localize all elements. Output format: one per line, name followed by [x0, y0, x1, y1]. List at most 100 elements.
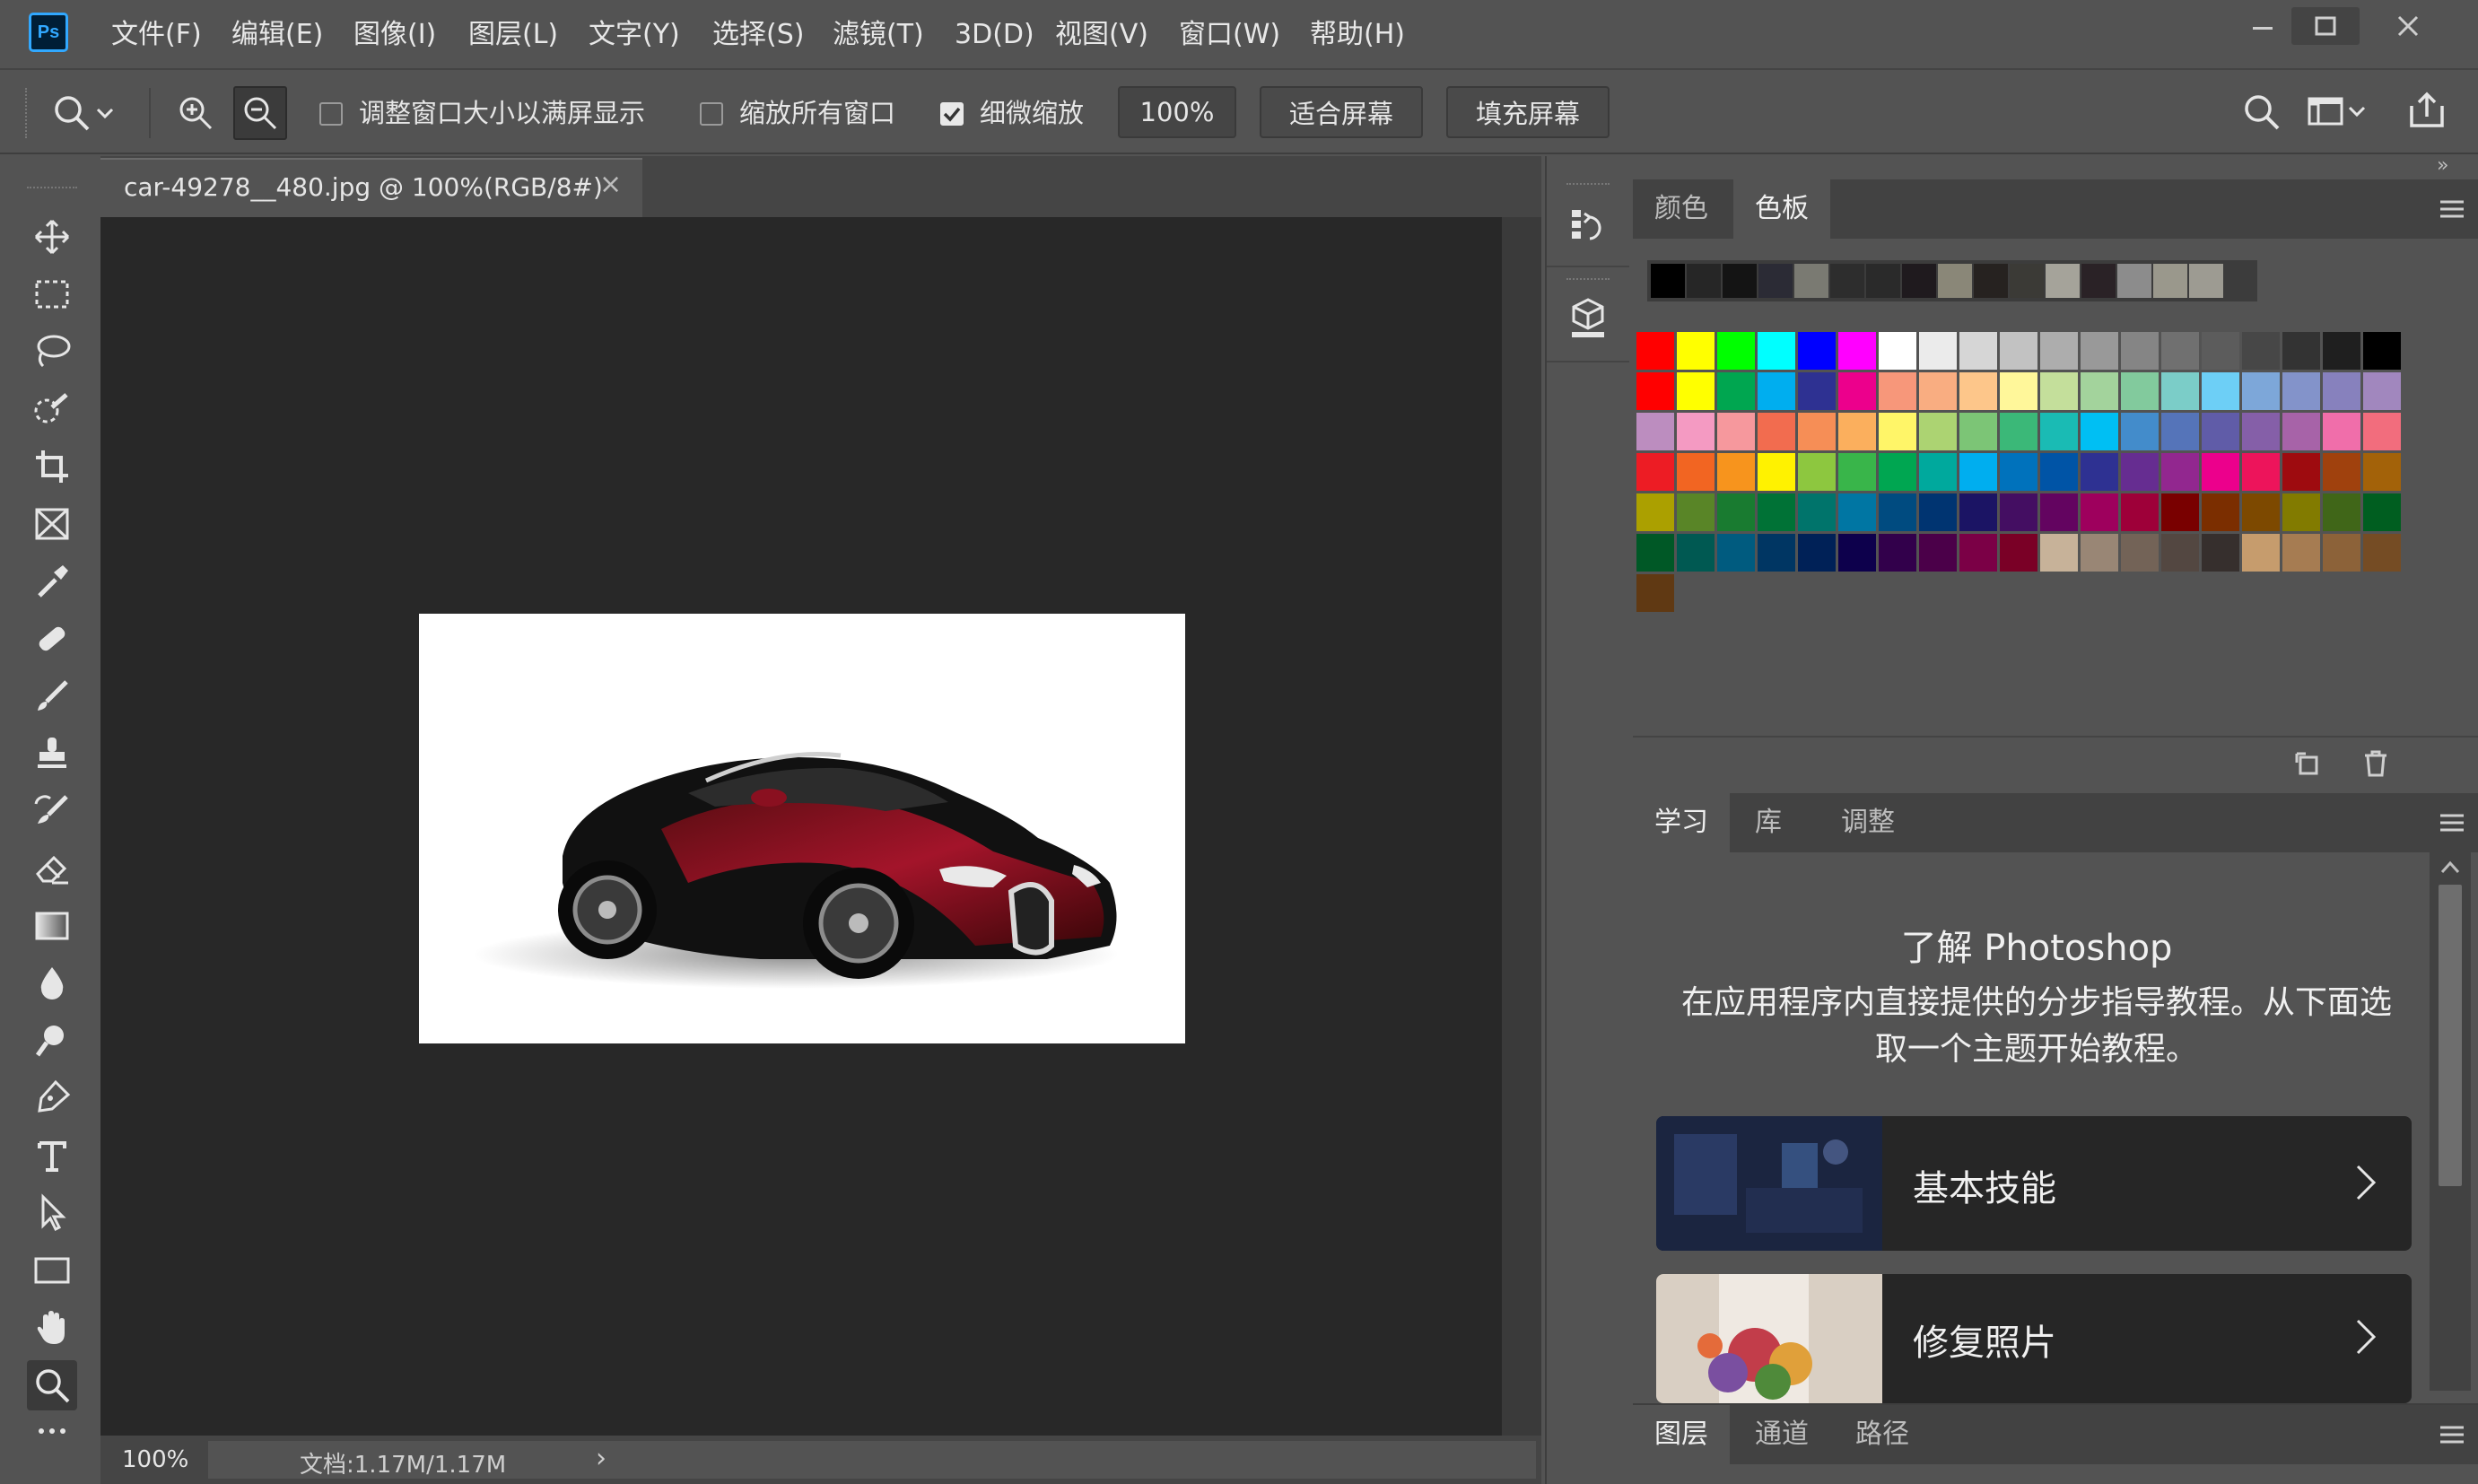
menu-3d[interactable]: 3D(D): [955, 16, 1034, 54]
close-window-button[interactable]: [2374, 7, 2442, 45]
swatch[interactable]: [2161, 372, 2199, 410]
rectangle-tool[interactable]: [27, 1245, 77, 1296]
close-document-icon[interactable]: ×: [599, 169, 622, 200]
swatch[interactable]: [1798, 372, 1836, 410]
swatch[interactable]: [1798, 453, 1836, 491]
swatch[interactable]: [1636, 413, 1674, 450]
swatch[interactable]: [1838, 453, 1876, 491]
learn-card-fix-photo[interactable]: 修复照片: [1656, 1274, 2412, 1403]
swatch[interactable]: [2323, 372, 2360, 410]
menu-select[interactable]: 选择(S): [712, 16, 804, 54]
eyedropper-tool[interactable]: [27, 556, 77, 607]
swatch[interactable]: [1758, 413, 1795, 450]
workspace-switcher[interactable]: [2306, 93, 2378, 129]
swatch[interactable]: [2282, 493, 2320, 531]
swatch[interactable]: [2242, 413, 2280, 450]
swatch[interactable]: [1717, 372, 1755, 410]
menu-filter[interactable]: 滤镜(T): [833, 16, 924, 54]
scrubby-zoom-checkbox[interactable]: [940, 102, 964, 126]
swatch[interactable]: [2282, 453, 2320, 491]
swatch[interactable]: [2323, 413, 2360, 450]
swatch[interactable]: [1758, 493, 1795, 531]
maximize-button[interactable]: [2291, 7, 2360, 45]
dock-grip[interactable]: [1566, 278, 1610, 280]
tab-libraries[interactable]: 库: [1733, 793, 1803, 852]
swatch[interactable]: [1838, 493, 1876, 531]
swatch[interactable]: [1677, 372, 1715, 410]
swatch[interactable]: [1838, 534, 1876, 572]
swatch[interactable]: [2000, 534, 2037, 572]
panel-menu-icon[interactable]: [2439, 1425, 2465, 1445]
swatch[interactable]: [1677, 534, 1715, 572]
swatch[interactable]: [1758, 332, 1795, 370]
zoom-value-field[interactable]: 100%: [1118, 86, 1236, 138]
toolbar-grip[interactable]: [27, 187, 77, 194]
tab-swatches[interactable]: 色板: [1733, 179, 1830, 239]
swatch[interactable]: [1758, 372, 1795, 410]
fit-screen-button[interactable]: 适合屏幕: [1260, 86, 1423, 138]
swatch[interactable]: [2040, 534, 2078, 572]
menu-help[interactable]: 帮助(H): [1310, 16, 1405, 54]
swatch[interactable]: [1879, 453, 1916, 491]
swatch[interactable]: [1636, 332, 1674, 370]
swatch[interactable]: [1879, 493, 1916, 531]
swatch[interactable]: [2121, 453, 2159, 491]
recent-swatch[interactable]: [1902, 264, 1936, 298]
swatch[interactable]: [1919, 372, 1957, 410]
swatch[interactable]: [2000, 372, 2037, 410]
crop-tool[interactable]: [27, 441, 77, 492]
swatch[interactable]: [2040, 413, 2078, 450]
swatch[interactable]: [2282, 534, 2320, 572]
recent-swatch[interactable]: [1758, 264, 1793, 298]
swatch[interactable]: [2363, 534, 2401, 572]
learn-vertical-scrollbar[interactable]: [2430, 852, 2471, 1453]
swatch[interactable]: [1879, 372, 1916, 410]
recent-swatch[interactable]: [1687, 264, 1721, 298]
marquee-tool[interactable]: [27, 269, 77, 319]
menu-edit[interactable]: 编辑(E): [231, 16, 323, 54]
swatch[interactable]: [2282, 332, 2320, 370]
swatch[interactable]: [2161, 493, 2199, 531]
swatch[interactable]: [2161, 413, 2199, 450]
swatch[interactable]: [1919, 413, 1957, 450]
panel-menu-icon[interactable]: [2439, 199, 2465, 219]
swatch[interactable]: [2040, 453, 2078, 491]
trash-icon[interactable]: [2361, 748, 2390, 779]
swatch[interactable]: [1677, 453, 1715, 491]
swatch[interactable]: [2242, 493, 2280, 531]
search-button[interactable]: [2241, 92, 2282, 133]
swatch[interactable]: [2202, 493, 2239, 531]
swatch[interactable]: [1919, 534, 1957, 572]
swatch[interactable]: [1959, 534, 1997, 572]
tab-channels[interactable]: 通道: [1733, 1405, 1830, 1464]
recent-swatch[interactable]: [1866, 264, 1900, 298]
gradient-tool[interactable]: [27, 901, 77, 951]
swatch[interactable]: [2323, 453, 2360, 491]
swatch[interactable]: [2000, 453, 2037, 491]
swatch[interactable]: [1838, 413, 1876, 450]
quick-selection-tool[interactable]: [27, 384, 77, 434]
recent-swatch[interactable]: [1938, 264, 1972, 298]
blur-tool[interactable]: [27, 958, 77, 1008]
recent-swatch[interactable]: [2010, 264, 2044, 298]
swatch[interactable]: [2081, 493, 2118, 531]
zoom-tool[interactable]: [27, 1360, 77, 1410]
swatch[interactable]: [1919, 453, 1957, 491]
fill-screen-button[interactable]: 填充屏幕: [1446, 86, 1610, 138]
panel-menu-icon[interactable]: [2439, 813, 2465, 833]
swatch[interactable]: [1879, 534, 1916, 572]
swatch[interactable]: [1879, 332, 1916, 370]
zoom-in-button[interactable]: [170, 88, 221, 138]
recent-swatch[interactable]: [1794, 264, 1828, 298]
menu-window[interactable]: 窗口(W): [1179, 16, 1280, 54]
swatch[interactable]: [2242, 534, 2280, 572]
swatch[interactable]: [1717, 453, 1755, 491]
swatch[interactable]: [1717, 332, 1755, 370]
recent-swatch[interactable]: [2189, 264, 2223, 298]
swatch[interactable]: [2242, 332, 2280, 370]
swatch[interactable]: [2323, 534, 2360, 572]
scroll-up-icon[interactable]: [2439, 858, 2462, 876]
menu-layer[interactable]: 图层(L): [468, 16, 558, 54]
swatch[interactable]: [1838, 372, 1876, 410]
swatch[interactable]: [2040, 372, 2078, 410]
